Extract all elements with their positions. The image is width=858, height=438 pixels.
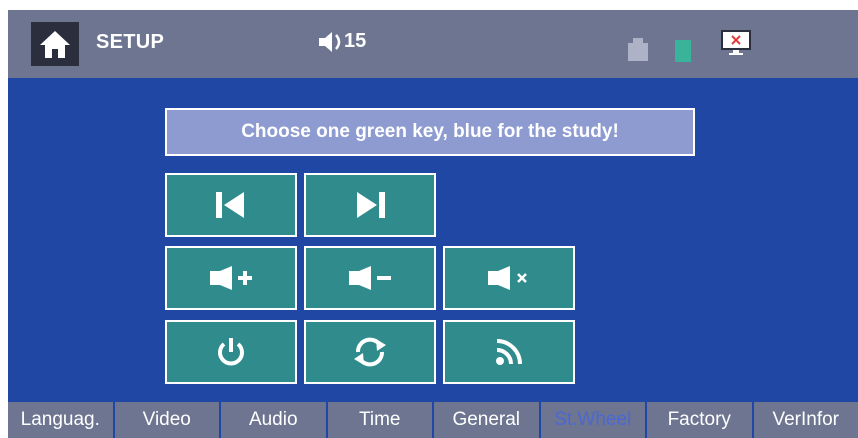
mute-icon xyxy=(488,266,527,290)
usb-icon xyxy=(628,38,648,61)
settings-tab-bar: Languag. Video Audio Time General St.Whe… xyxy=(8,402,858,438)
instruction-banner: Choose one green key, blue for the study… xyxy=(165,108,695,156)
volume-down-key[interactable] xyxy=(304,246,436,310)
volume-indicator: 15 xyxy=(318,30,366,53)
tab-general[interactable]: General xyxy=(432,402,539,438)
volume-level: 15 xyxy=(344,30,367,52)
refresh-icon xyxy=(354,337,386,367)
volume-up-key[interactable] xyxy=(165,246,297,310)
tab-language[interactable]: Languag. xyxy=(8,402,113,438)
sd-card-icon xyxy=(675,40,691,62)
tab-time[interactable]: Time xyxy=(325,402,433,438)
speaker-icon xyxy=(319,31,341,52)
volume-up-icon xyxy=(210,266,252,290)
next-track-key[interactable] xyxy=(304,173,436,237)
skip-next-icon xyxy=(357,192,385,218)
tab-factory[interactable]: Factory xyxy=(645,402,752,438)
volume-down-icon xyxy=(349,266,391,290)
wireless-signal-key[interactable] xyxy=(443,320,575,384)
power-icon xyxy=(218,338,244,366)
skip-previous-icon xyxy=(216,192,244,218)
previous-track-key[interactable] xyxy=(165,173,297,237)
tab-video[interactable]: Video xyxy=(112,402,220,438)
mode-cycle-key[interactable] xyxy=(304,320,436,384)
display-off-icon xyxy=(721,30,751,61)
rss-icon xyxy=(496,339,522,365)
top-bar: SETUP 15 xyxy=(8,10,858,78)
tab-audio[interactable]: Audio xyxy=(219,402,326,438)
page-title: SETUP xyxy=(96,31,165,53)
home-icon xyxy=(40,31,70,58)
mute-key[interactable] xyxy=(443,246,575,310)
tab-steering-wheel[interactable]: St.Wheel xyxy=(538,402,646,438)
steering-wheel-panel: Choose one green key, blue for the study… xyxy=(8,78,858,402)
tab-version-info[interactable]: VerInfor xyxy=(751,402,858,438)
power-key[interactable] xyxy=(165,320,297,384)
home-button[interactable] xyxy=(31,22,79,66)
